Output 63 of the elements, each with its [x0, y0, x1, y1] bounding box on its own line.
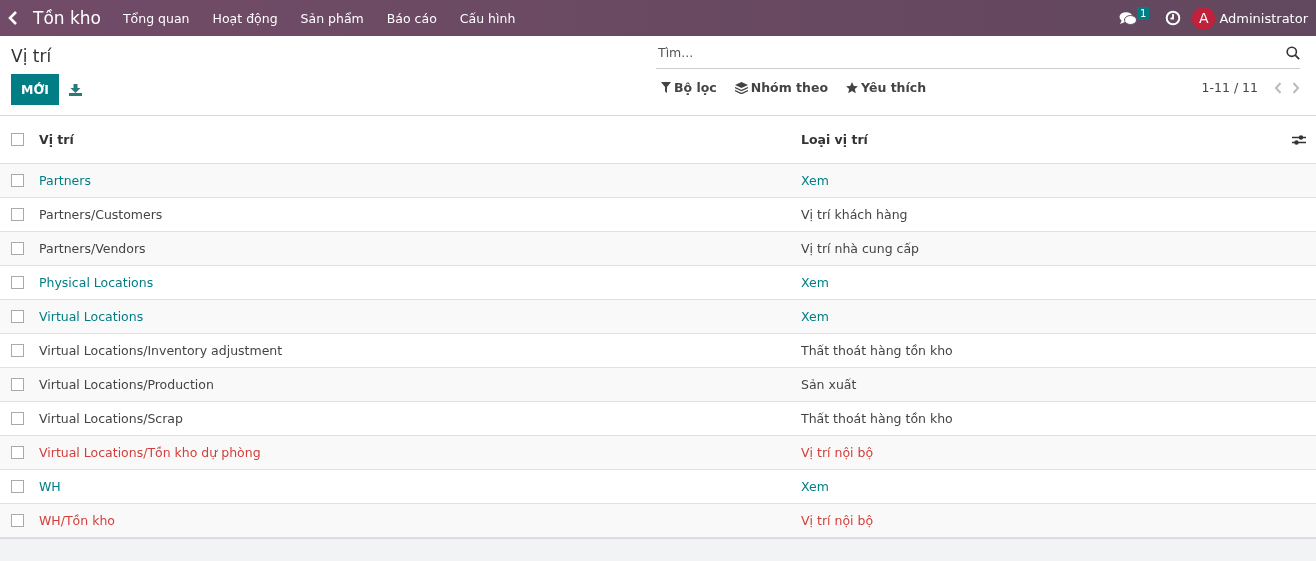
download-icon[interactable]: [69, 83, 82, 96]
row-checkbox[interactable]: [11, 208, 24, 221]
row-checkbox[interactable]: [11, 480, 24, 493]
select-all-checkbox[interactable]: [11, 133, 24, 146]
menu-item[interactable]: Hoạt động: [212, 10, 278, 26]
table-cell[interactable]: Physical Locations: [39, 275, 801, 290]
app-title[interactable]: Tồn kho: [33, 8, 101, 28]
table-cell[interactable]: Vị trí nhà cung cấp: [801, 241, 1316, 256]
row-checkbox[interactable]: [11, 446, 24, 459]
row-checkbox[interactable]: [11, 276, 24, 289]
menu-item[interactable]: Báo cáo: [386, 10, 437, 26]
user-name[interactable]: Administrator: [1219, 10, 1308, 26]
table-cell[interactable]: Sản xuất: [801, 377, 1316, 392]
back-icon[interactable]: [8, 11, 18, 25]
next-icon[interactable]: [1292, 81, 1300, 94]
menu-item[interactable]: Cấu hình: [459, 10, 516, 26]
table-cell[interactable]: Xem: [801, 173, 1316, 188]
table-cell[interactable]: WH/Tồn kho: [39, 513, 801, 528]
table-cell[interactable]: Virtual Locations/Tồn kho dự phòng: [39, 445, 801, 460]
clock-icon[interactable]: [1165, 10, 1182, 26]
table-cell[interactable]: Vị trí nội bộ: [801, 445, 1316, 460]
menu-item[interactable]: Tổng quan: [123, 10, 190, 26]
funnel-icon: [661, 82, 671, 93]
pager-text: 1-11 / 11: [1201, 80, 1258, 95]
table-cell[interactable]: Vị trí khách hàng: [801, 207, 1316, 222]
table-cell[interactable]: Partners/Customers: [39, 207, 801, 222]
filter-button[interactable]: Bộ lọc: [656, 78, 722, 97]
message-count-badge: 1: [1137, 6, 1150, 20]
chat-icon[interactable]: [1119, 10, 1137, 26]
table-cell[interactable]: Virtual Locations: [39, 309, 801, 324]
table-cell[interactable]: WH: [39, 479, 801, 494]
search-field[interactable]: Tìm...: [656, 44, 1286, 61]
page-title: Vị trí: [11, 46, 53, 66]
menu-item[interactable]: Sản phẩm: [300, 10, 364, 26]
new-button[interactable]: MỚI: [11, 74, 59, 105]
table-cell[interactable]: Partners/Vendors: [39, 241, 801, 256]
table-cell[interactable]: Virtual Locations/Production: [39, 377, 801, 392]
row-checkbox[interactable]: [11, 344, 24, 357]
column-header[interactable]: Loại vị trí: [801, 132, 1292, 147]
table-cell[interactable]: Partners: [39, 173, 801, 188]
row-checkbox[interactable]: [11, 412, 24, 425]
star-icon: [846, 81, 858, 94]
row-checkbox[interactable]: [11, 310, 24, 323]
row-checkbox[interactable]: [11, 174, 24, 187]
column-header[interactable]: Vị trí: [39, 132, 801, 147]
row-checkbox[interactable]: [11, 242, 24, 255]
table-cell[interactable]: Vị trí nội bộ: [801, 513, 1316, 528]
layers-icon: [734, 81, 748, 94]
table-cell[interactable]: Virtual Locations/Scrap: [39, 411, 801, 426]
table-cell[interactable]: Thất thoát hàng tồn kho: [801, 343, 1316, 358]
table-cell[interactable]: Xem: [801, 275, 1316, 290]
filter-button[interactable]: Yêu thích: [841, 78, 932, 97]
row-checkbox[interactable]: [11, 514, 24, 527]
previous-icon[interactable]: [1274, 81, 1282, 94]
filter-button[interactable]: Nhóm theo: [729, 78, 833, 97]
sliders-icon[interactable]: [1292, 133, 1306, 146]
search-icon[interactable]: [1286, 45, 1300, 60]
user-avatar[interactable]: A: [1192, 6, 1216, 30]
table-cell[interactable]: Virtual Locations/Inventory adjustment: [39, 343, 801, 358]
table-cell[interactable]: Xem: [801, 309, 1316, 324]
table-cell[interactable]: Xem: [801, 479, 1316, 494]
table-cell[interactable]: Thất thoát hàng tồn kho: [801, 411, 1316, 426]
row-checkbox[interactable]: [11, 378, 24, 391]
